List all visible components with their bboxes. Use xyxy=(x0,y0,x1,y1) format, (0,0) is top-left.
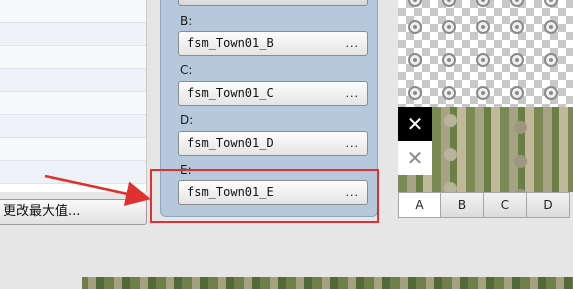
annotation-arrow-icon xyxy=(44,174,151,206)
